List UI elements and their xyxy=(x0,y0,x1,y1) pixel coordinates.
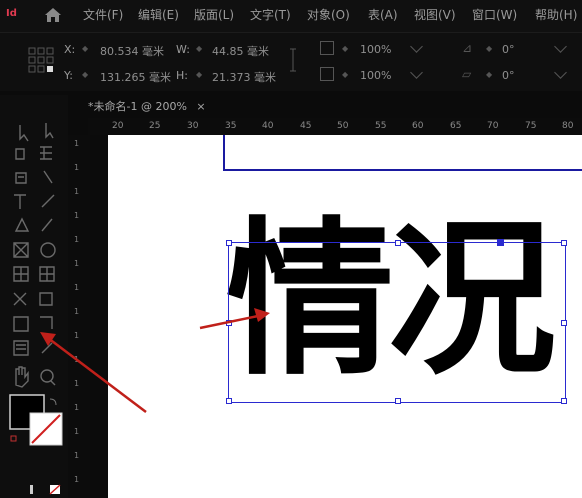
annotation-arrows xyxy=(40,308,270,413)
annotation-arrow xyxy=(47,337,147,413)
annotation-arrow xyxy=(199,314,259,330)
